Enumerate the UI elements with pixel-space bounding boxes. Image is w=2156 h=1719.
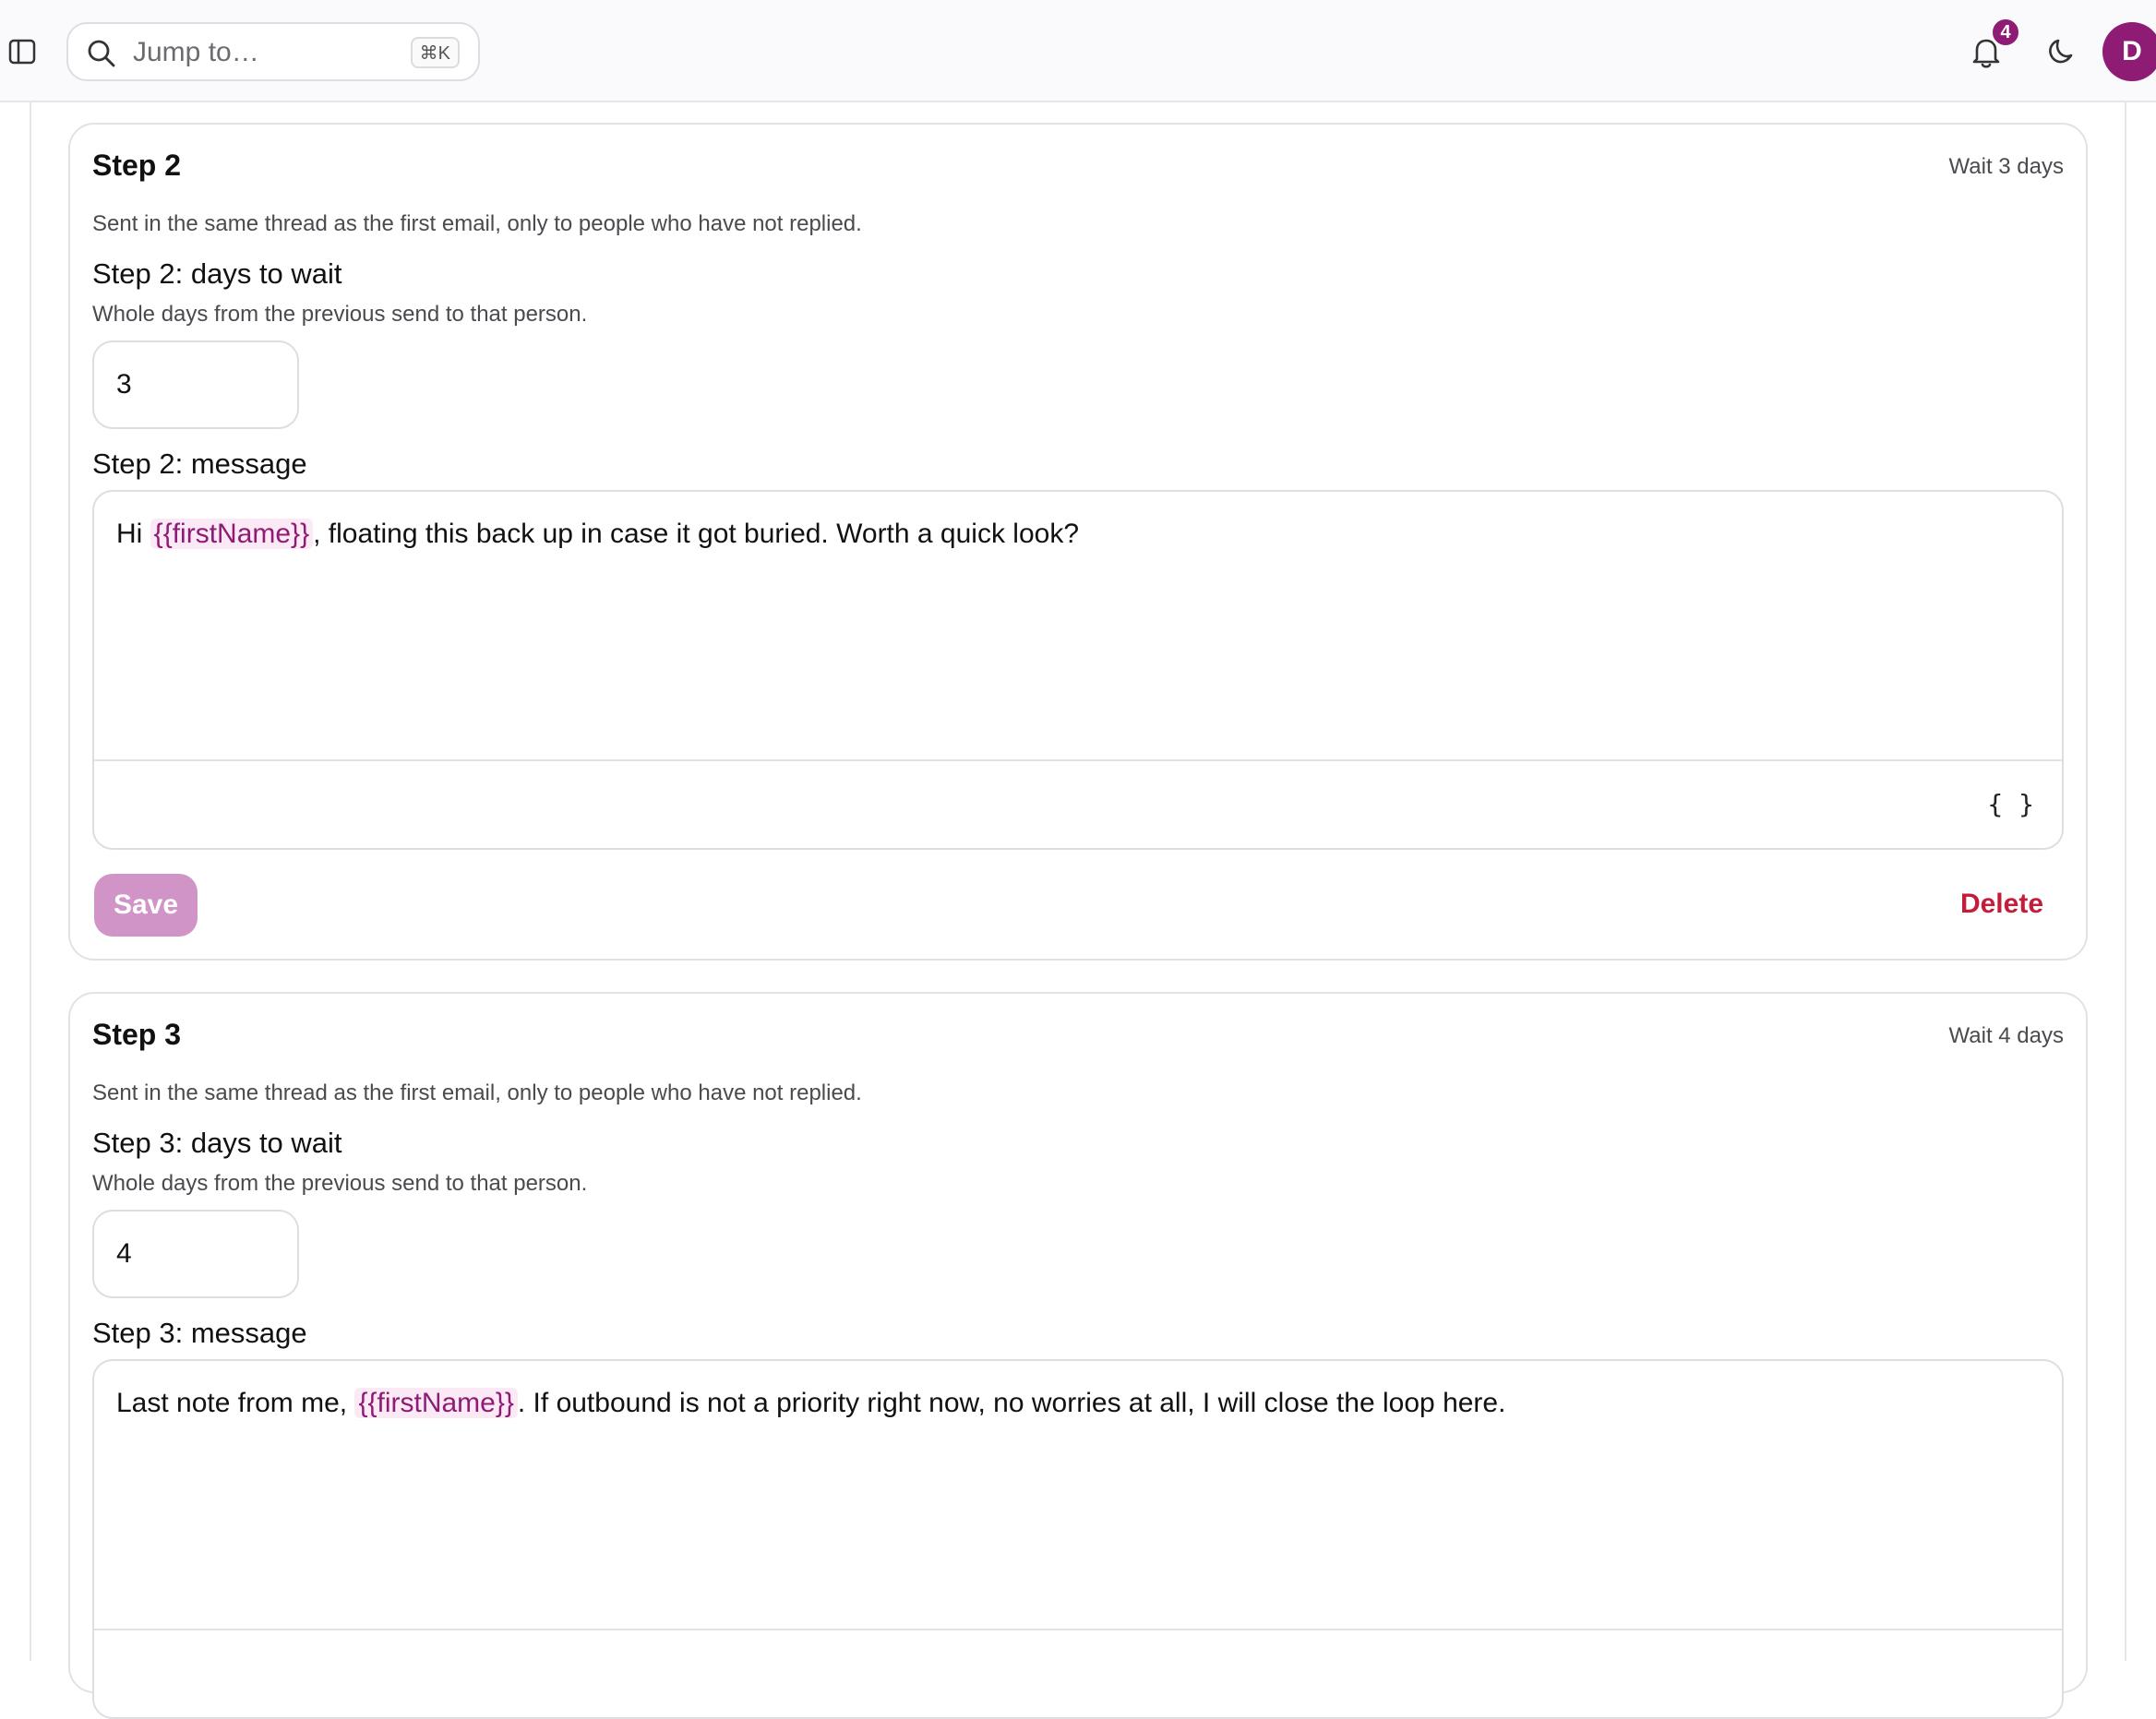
message-editor[interactable]: Last note from me, {{firstName}}. If out… bbox=[92, 1359, 2064, 1719]
step-description: Sent in the same thread as the first ema… bbox=[92, 1080, 862, 1105]
step-description: Sent in the same thread as the first ema… bbox=[92, 211, 862, 236]
notification-badge: 4 bbox=[1990, 17, 2021, 48]
save-button[interactable]: Save bbox=[94, 874, 198, 937]
message-text-before: Hi bbox=[116, 519, 150, 549]
top-bar: Jump to… ⌘K 4 D bbox=[0, 0, 2156, 102]
wait-summary: Wait 4 days bbox=[1948, 1023, 2065, 1048]
divider bbox=[30, 102, 31, 1661]
shortcut-hint: ⌘K bbox=[410, 37, 460, 68]
wait-summary: Wait 3 days bbox=[1948, 154, 2065, 179]
search-icon bbox=[87, 39, 116, 73]
days-input[interactable]: 4 bbox=[92, 1210, 299, 1298]
editor-toolbar: { } bbox=[94, 759, 2062, 848]
days-label: Step 3: days to wait bbox=[92, 1127, 342, 1159]
days-help: Whole days from the previous send to tha… bbox=[92, 302, 588, 327]
divider bbox=[2125, 102, 2126, 1661]
message-editor[interactable]: Hi {{firstName}}, floating this back up … bbox=[92, 490, 2064, 850]
insert-variable-button[interactable]: { } bbox=[1987, 789, 2034, 819]
days-label: Step 2: days to wait bbox=[92, 257, 342, 290]
variable-chip: {{firstName}} bbox=[354, 1388, 518, 1418]
delete-button[interactable]: Delete bbox=[1960, 889, 2043, 920]
message-text-before: Last note from me, bbox=[116, 1388, 355, 1418]
step-card: Step 3 Wait 4 days Sent in the same thre… bbox=[68, 992, 2088, 1719]
message-label: Step 2: message bbox=[92, 448, 307, 480]
sidebar-toggle-icon[interactable] bbox=[6, 37, 39, 66]
avatar[interactable]: D bbox=[2102, 22, 2156, 81]
search-placeholder: Jump to… bbox=[133, 37, 259, 67]
message-label: Step 3: message bbox=[92, 1317, 307, 1349]
search-input[interactable]: Jump to… ⌘K bbox=[66, 22, 480, 81]
message-text[interactable]: Last note from me, {{firstName}}. If out… bbox=[94, 1361, 2062, 1629]
step-title: Step 2 bbox=[92, 149, 182, 182]
message-text-after: , floating this back up in case it got b… bbox=[313, 519, 1080, 549]
variable-chip: {{firstName}} bbox=[150, 519, 314, 549]
moon-icon[interactable] bbox=[2045, 35, 2078, 68]
step-title: Step 3 bbox=[92, 1018, 182, 1051]
step-card: Step 2 Wait 3 days Sent in the same thre… bbox=[68, 123, 2088, 961]
days-input[interactable]: 3 bbox=[92, 340, 299, 429]
editor-toolbar bbox=[94, 1629, 2062, 1717]
message-text-after: . If outbound is not a priority right no… bbox=[517, 1388, 1506, 1418]
message-text[interactable]: Hi {{firstName}}, floating this back up … bbox=[94, 492, 2062, 759]
days-help: Whole days from the previous send to tha… bbox=[92, 1171, 588, 1196]
